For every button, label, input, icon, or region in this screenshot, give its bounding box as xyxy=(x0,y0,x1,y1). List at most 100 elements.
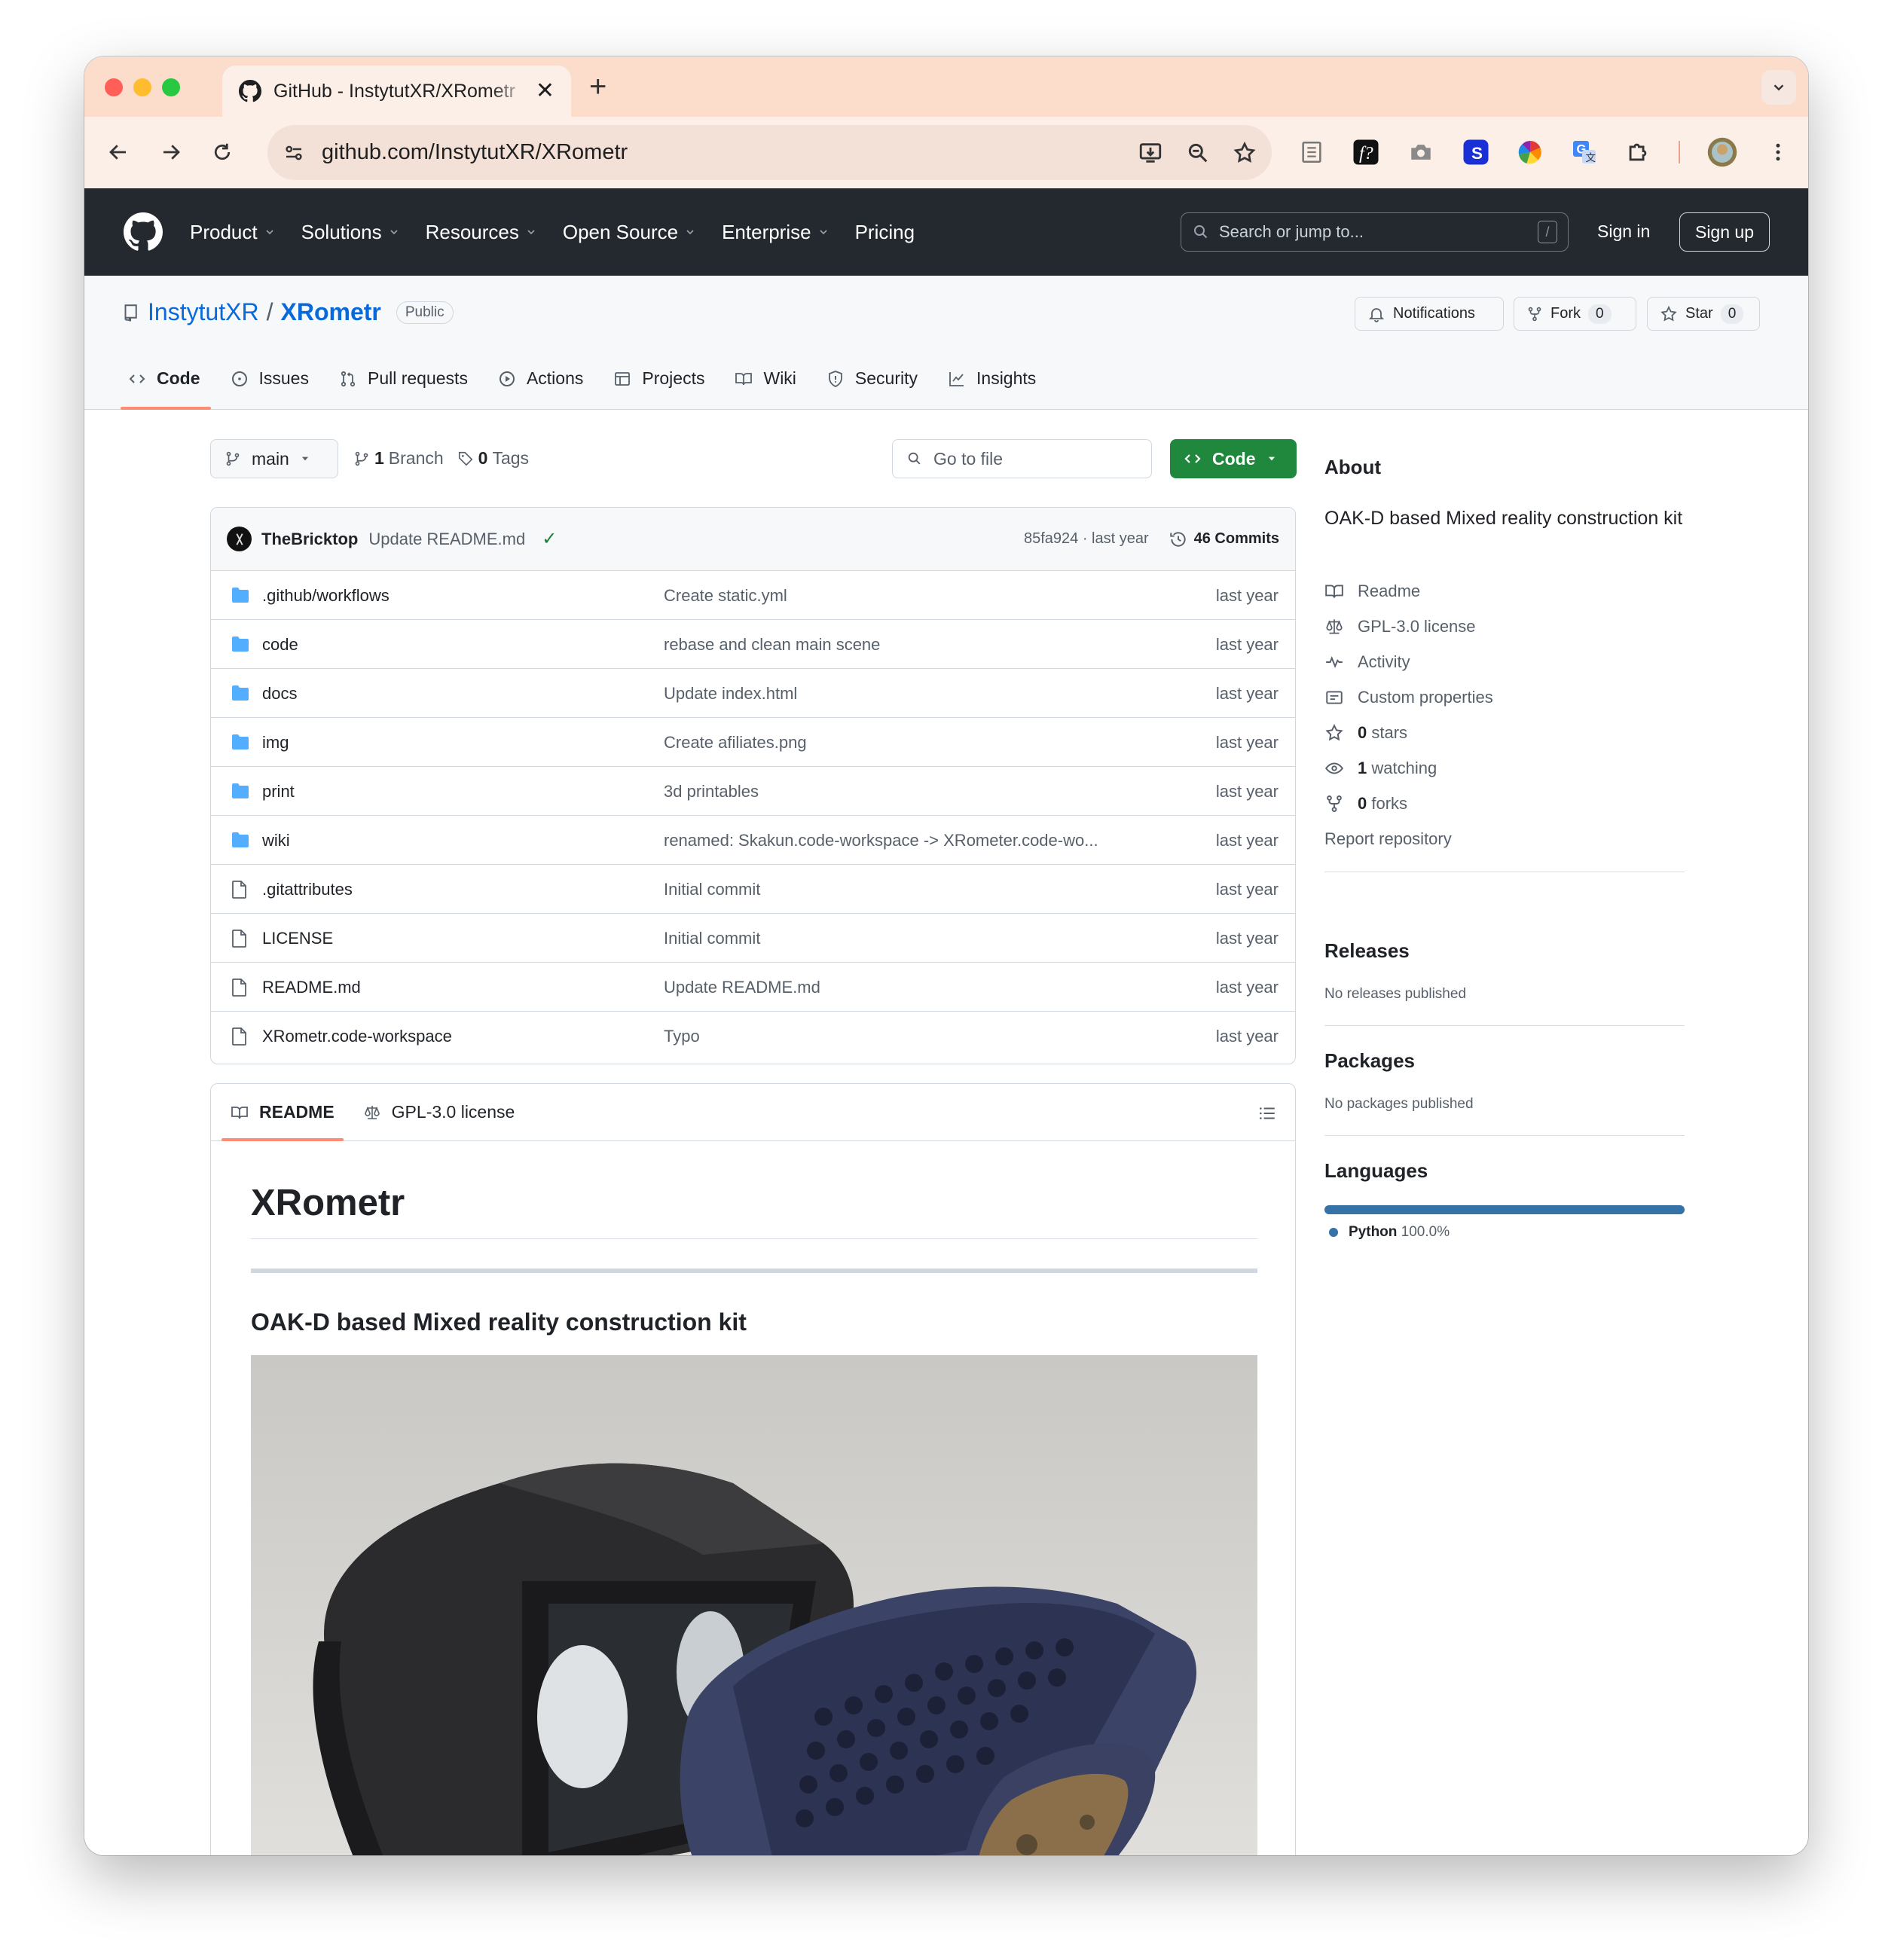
avatar[interactable] xyxy=(227,527,252,551)
install-app-icon[interactable] xyxy=(1138,140,1163,166)
tab-license[interactable]: GPL-3.0 license xyxy=(363,1084,515,1141)
font-extension-button[interactable]: f? xyxy=(1352,138,1380,166)
nav-pricing[interactable]: Pricing xyxy=(855,221,915,244)
global-search-input[interactable]: Search or jump to... / xyxy=(1181,212,1569,252)
commit-message-link[interactable]: Update index.html xyxy=(664,684,797,704)
extensions-button[interactable] xyxy=(1624,138,1652,166)
sign-in-link[interactable]: Sign in xyxy=(1597,221,1650,242)
table-row[interactable]: .github/workflows Create static.yml last y… xyxy=(211,571,1295,620)
tab-readme[interactable]: README xyxy=(221,1084,344,1141)
tab-close-icon[interactable]: ✕ xyxy=(536,80,555,102)
tags-link[interactable]: 0 Tags xyxy=(457,448,529,469)
sign-up-button[interactable]: Sign up xyxy=(1679,212,1770,252)
address-bar[interactable]: github.com/InstytutXR/XRometr xyxy=(267,125,1272,180)
tab-insights[interactable]: Insights xyxy=(948,347,1036,410)
file-name-link[interactable]: .github/workflows xyxy=(262,586,390,606)
tab-pull-requests[interactable]: Pull requests xyxy=(339,347,468,410)
table-row[interactable]: print 3d printables last year xyxy=(211,767,1295,816)
table-row[interactable]: img Create afiliates.png last year xyxy=(211,718,1295,767)
minimize-window-button[interactable] xyxy=(133,78,151,96)
repo-name-link[interactable]: XRometr xyxy=(281,298,381,326)
stars-link[interactable]: 0 stars xyxy=(1324,723,1407,743)
commit-message-link[interactable]: rebase and clean main scene xyxy=(664,635,880,655)
commit-message-link[interactable]: 3d printables xyxy=(664,782,759,801)
report-repository-link[interactable]: Report repository xyxy=(1324,829,1452,849)
nav-enterprise[interactable]: Enterprise xyxy=(722,221,829,244)
tab-code[interactable]: Code xyxy=(121,347,210,410)
forks-link[interactable]: 0 forks xyxy=(1324,794,1407,814)
tab-actions[interactable]: Actions xyxy=(498,347,583,410)
commit-sha-time[interactable]: 85fa924 · last year xyxy=(1024,530,1149,548)
table-of-contents-icon[interactable] xyxy=(1257,1104,1277,1123)
close-window-button[interactable] xyxy=(105,78,123,96)
commit-message-link[interactable]: Create afiliates.png xyxy=(664,733,807,753)
bookmark-star-icon[interactable] xyxy=(1233,141,1257,165)
table-row[interactable]: code rebase and clean main scene last year xyxy=(211,620,1295,669)
file-name-link[interactable]: img xyxy=(262,733,289,753)
file-name-link[interactable]: wiki xyxy=(262,831,290,850)
file-name-link[interactable]: .gitattributes xyxy=(262,880,353,899)
star-button[interactable]: Star 0 xyxy=(1647,297,1760,331)
tab-projects[interactable]: Projects xyxy=(613,347,704,410)
zoom-icon[interactable] xyxy=(1186,141,1210,165)
branches-link[interactable]: 1 Branch xyxy=(353,448,444,469)
tab-security[interactable]: Security xyxy=(826,347,918,410)
notifications-button[interactable]: Notifications xyxy=(1355,297,1504,331)
commit-message-link[interactable]: Create static.yml xyxy=(664,586,787,606)
site-settings-icon[interactable] xyxy=(283,142,305,164)
license-link[interactable]: GPL-3.0 license xyxy=(1324,617,1476,637)
screenshot-extension-button[interactable] xyxy=(1407,138,1435,166)
packages-heading[interactable]: Packages xyxy=(1324,1049,1415,1073)
forward-button[interactable] xyxy=(154,135,188,169)
commit-message-link[interactable]: Update README.md xyxy=(368,530,525,549)
nav-solutions[interactable]: Solutions xyxy=(301,221,400,244)
file-name-link[interactable]: print xyxy=(262,782,295,801)
table-row[interactable]: docs Update index.html last year xyxy=(211,669,1295,718)
check-icon[interactable]: ✓ xyxy=(542,528,557,550)
activity-link[interactable]: Activity xyxy=(1324,652,1410,672)
tab-search-button[interactable] xyxy=(1761,70,1796,105)
table-row[interactable]: LICENSE Initial commit last year xyxy=(211,914,1295,963)
branch-selector[interactable]: main xyxy=(210,439,338,478)
fork-button[interactable]: Fork 0 xyxy=(1514,297,1636,331)
table-row[interactable]: .gitattributes Initial commit last year xyxy=(211,865,1295,914)
table-row[interactable]: XRometr.code-workspace Typo last year xyxy=(211,1012,1295,1061)
commit-message-link[interactable]: Initial commit xyxy=(664,880,760,899)
back-button[interactable] xyxy=(101,135,136,169)
file-name-link[interactable]: XRometr.code-workspace xyxy=(262,1027,452,1046)
commit-message-link[interactable]: Typo xyxy=(664,1027,700,1046)
zoom-window-button[interactable] xyxy=(162,78,180,96)
repo-owner-link[interactable]: InstytutXR xyxy=(148,298,259,326)
reload-button[interactable] xyxy=(205,135,240,169)
translate-extension-button[interactable]: G文 xyxy=(1570,138,1599,166)
reader-mode-button[interactable] xyxy=(1297,138,1326,166)
commit-message-link[interactable]: Initial commit xyxy=(664,929,760,948)
file-name-link[interactable]: docs xyxy=(262,684,297,704)
tab-issues[interactable]: Issues xyxy=(231,347,309,410)
blue-extension-button[interactable]: S xyxy=(1462,138,1490,166)
table-row[interactable]: README.md Update README.md last year xyxy=(211,963,1295,1012)
commit-author-link[interactable]: TheBricktop xyxy=(261,530,358,549)
code-dropdown-button[interactable]: Code xyxy=(1170,439,1297,478)
new-tab-button[interactable]: + xyxy=(589,72,606,102)
go-to-file-input[interactable]: Go to file xyxy=(892,439,1152,478)
language-legend[interactable]: Python 100.0% xyxy=(1329,1224,1450,1241)
file-name-link[interactable]: code xyxy=(262,635,298,655)
releases-heading[interactable]: Releases xyxy=(1324,939,1410,963)
browser-tab[interactable]: GitHub - InstytutXR/XRometr ✕ xyxy=(222,66,571,117)
github-logo-icon[interactable] xyxy=(124,212,163,252)
custom-properties-link[interactable]: Custom properties xyxy=(1324,688,1493,707)
readme-product-photo[interactable] xyxy=(251,1355,1257,1855)
table-row[interactable]: wiki renamed: Skakun.code-workspace -> XR… xyxy=(211,816,1295,865)
file-name-link[interactable]: README.md xyxy=(262,978,361,997)
profile-button[interactable] xyxy=(1706,136,1738,168)
watching-link[interactable]: 1 watching xyxy=(1324,759,1437,778)
tab-wiki[interactable]: Wiki xyxy=(735,347,796,410)
file-name-link[interactable]: LICENSE xyxy=(262,929,333,948)
browser-menu-button[interactable] xyxy=(1764,138,1792,166)
nav-product[interactable]: Product xyxy=(190,221,276,244)
commit-message-link[interactable]: renamed: Skakun.code-workspace -> XRomet… xyxy=(664,831,1098,850)
readme-link[interactable]: Readme xyxy=(1324,582,1420,601)
nav-resources[interactable]: Resources xyxy=(426,221,537,244)
commit-message-link[interactable]: Update README.md xyxy=(664,978,820,997)
